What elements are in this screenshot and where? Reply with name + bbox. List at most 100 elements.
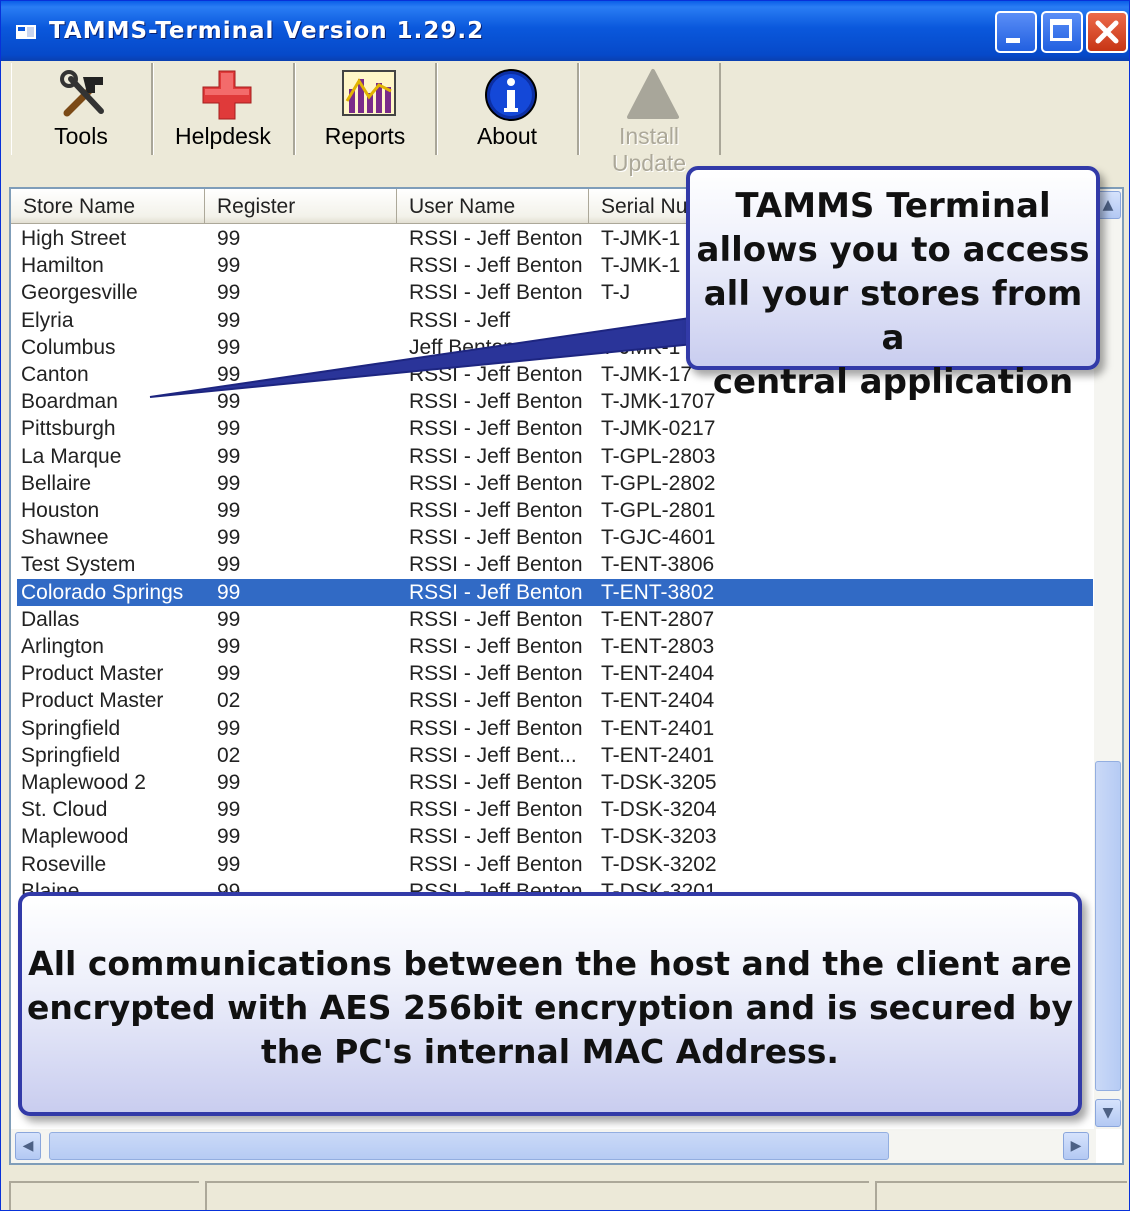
cell-serial-number: T-DSK-3202	[601, 852, 717, 876]
vertical-scroll-thumb[interactable]	[1095, 761, 1121, 1091]
cell-register: 99	[217, 471, 241, 495]
cell-store-name: La Marque	[21, 444, 122, 468]
cell-store-name: Canton	[21, 363, 89, 386]
close-button[interactable]	[1086, 11, 1128, 53]
scroll-down-button[interactable]: ▼	[1095, 1099, 1121, 1127]
cell-register: 99	[217, 254, 241, 278]
cell-register: 99	[217, 227, 241, 250]
table-row[interactable]: Maplewood 99 RSSI - Jeff Benton T-DSK-3203	[17, 823, 1093, 850]
info-icon	[485, 69, 537, 121]
cell-serial-number: T-GJC-4601	[601, 526, 716, 550]
cell-store-name: Boardman	[21, 390, 118, 414]
cell-store-name: Pittsburgh	[21, 417, 116, 441]
status-bar	[1, 1177, 1129, 1210]
cell-register: 99	[217, 363, 241, 386]
table-row[interactable]: Roseville 99 RSSI - Jeff Benton T-DSK-3202	[17, 851, 1093, 878]
scroll-left-button[interactable]: ◀	[15, 1132, 41, 1160]
table-row[interactable]: Springfield 99 RSSI - Jeff Benton T-ENT-240…	[17, 715, 1093, 742]
cell-user-name: RSSI - Jeff Benton	[409, 553, 583, 577]
maximize-button[interactable]	[1041, 11, 1083, 53]
table-row[interactable]: Arlington 99 RSSI - Jeff Benton T-ENT-2803	[17, 633, 1093, 660]
cell-store-name: St. Cloud	[21, 798, 108, 822]
column-store-name[interactable]: Store Name	[11, 189, 205, 223]
cell-user-name: RSSI - Jeff Benton	[409, 281, 583, 305]
callout-line: TAMMS Terminal	[735, 186, 1051, 226]
bar-chart-icon	[342, 70, 396, 116]
cell-register: 99	[217, 281, 241, 305]
cell-serial-number: T-DSK-3204	[601, 798, 717, 822]
cell-serial-number: T-JMK-1	[601, 254, 681, 278]
table-row[interactable]: St. Cloud 99 RSSI - Jeff Benton T-DSK-3204	[17, 796, 1093, 823]
cell-user-name: RSSI - Jeff Benton	[409, 716, 583, 740]
cell-user-name: RSSI - Jeff Benton	[409, 417, 583, 441]
cell-serial-number: T-JMK-1	[601, 335, 681, 359]
horizontal-scroll-thumb[interactable]	[49, 1132, 889, 1160]
cell-user-name: RSSI - Jeff Benton	[409, 662, 583, 686]
table-row[interactable]: Springfield 02 RSSI - Jeff Bent... T-ENT-24…	[17, 742, 1093, 769]
cell-user-name: RSSI - Jeff Benton	[409, 852, 583, 876]
cell-serial-number: T-DSK-3205	[601, 771, 717, 794]
cell-user-name: RSSI - Jeff	[409, 308, 511, 332]
cell-store-name: Springfield	[21, 716, 121, 740]
cell-user-name: RSSI - Jeff Benton	[409, 635, 583, 658]
table-row[interactable]: Bellaire 99 RSSI - Jeff Benton T-GPL-2802	[17, 470, 1093, 497]
column-register[interactable]: Register	[205, 189, 397, 223]
cell-user-name: RSSI - Jeff Benton	[409, 444, 583, 468]
cell-user-name: RSSI - Jeff Benton	[409, 363, 583, 386]
cell-store-name: Houston	[21, 499, 100, 522]
cell-serial-number: T-DSK-3203	[601, 825, 717, 849]
about-button[interactable]: About	[437, 63, 579, 155]
horizontal-scrollbar[interactable]: ◀ ▶	[11, 1129, 1096, 1163]
cell-user-name: RSSI - Jeff Benton	[409, 689, 583, 713]
cell-serial-number: T-GPL-2801	[601, 499, 716, 522]
table-row[interactable]: Test System 99 RSSI - Jeff Benton T-ENT-380…	[17, 551, 1093, 578]
table-row[interactable]: La Marque 99 RSSI - Jeff Benton T-GPL-2803	[17, 443, 1093, 470]
table-row[interactable]: Pittsburgh 99 RSSI - Jeff Benton T-JMK-0217	[17, 415, 1093, 442]
reports-button[interactable]: Reports	[295, 63, 437, 155]
cell-register: 99	[217, 771, 241, 794]
table-row[interactable]: Shawnee 99 RSSI - Jeff Benton T-GJC-4601	[17, 524, 1093, 551]
cell-store-name: Test System	[21, 553, 136, 577]
red-cross-icon	[202, 70, 252, 120]
cell-register: 99	[217, 580, 241, 604]
cell-store-name: Roseville	[21, 852, 107, 876]
cell-register: 99	[217, 417, 241, 441]
cell-register: 99	[217, 499, 241, 522]
triangle-icon	[627, 69, 679, 119]
cell-user-name: RSSI - Jeff Benton	[409, 227, 583, 250]
table-row[interactable]: Maplewood 2 99 RSSI - Jeff Benton T-DSK-320…	[17, 769, 1093, 796]
callout-line: the PC's internal MAC Address.	[261, 1032, 839, 1071]
helpdesk-button[interactable]: Helpdesk	[153, 63, 295, 155]
cell-store-name: Bellaire	[21, 471, 92, 495]
status-panel-2	[205, 1181, 869, 1210]
callout-encryption: All communications between the host and …	[18, 892, 1082, 1116]
cell-serial-number: T-ENT-2401	[601, 743, 715, 767]
cell-store-name: Maplewood	[21, 825, 129, 849]
cell-serial-number: T-JMK-17	[601, 363, 693, 386]
table-row[interactable]: Product Master 02 RSSI - Jeff Benton T-ENT-…	[17, 687, 1093, 714]
scroll-right-button[interactable]: ▶	[1063, 1132, 1089, 1160]
cell-serial-number: T-ENT-2807	[601, 607, 715, 631]
reports-label: Reports	[324, 123, 406, 149]
cell-register: 99	[217, 662, 241, 686]
column-user-name[interactable]: User Name	[397, 189, 589, 223]
table-row[interactable]: Product Master 99 RSSI - Jeff Benton T-ENT-…	[17, 660, 1093, 687]
chevron-up-icon: ▲	[1102, 197, 1114, 213]
cell-user-name: RSSI - Jeff Benton	[409, 825, 583, 849]
cell-register: 99	[217, 798, 241, 822]
install-update-button[interactable]: Install Update	[579, 63, 721, 176]
table-row[interactable]: Dallas 99 RSSI - Jeff Benton T-ENT-2807	[17, 606, 1093, 633]
table-row[interactable]: Colorado Springs 99 RSSI - Jeff Benton T-EN…	[17, 578, 1093, 606]
cell-user-name: RSSI - Jeff Benton	[409, 499, 583, 522]
close-icon	[1095, 20, 1119, 44]
cell-register: 99	[217, 553, 241, 577]
status-panel-1	[9, 1181, 199, 1210]
title-bar[interactable]: TAMMS-Terminal Version 1.29.2	[1, 1, 1129, 61]
tools-button[interactable]: Tools	[11, 63, 153, 155]
cell-store-name: Columbus	[21, 335, 116, 359]
cell-serial-number: T-JMK-1	[601, 227, 681, 250]
callout-access-stores: TAMMS Terminal allows you to access all …	[686, 166, 1100, 402]
tools-label: Tools	[54, 123, 108, 149]
table-row[interactable]: Houston 99 RSSI - Jeff Benton T-GPL-2801	[17, 497, 1093, 524]
minimize-button[interactable]	[995, 11, 1037, 53]
